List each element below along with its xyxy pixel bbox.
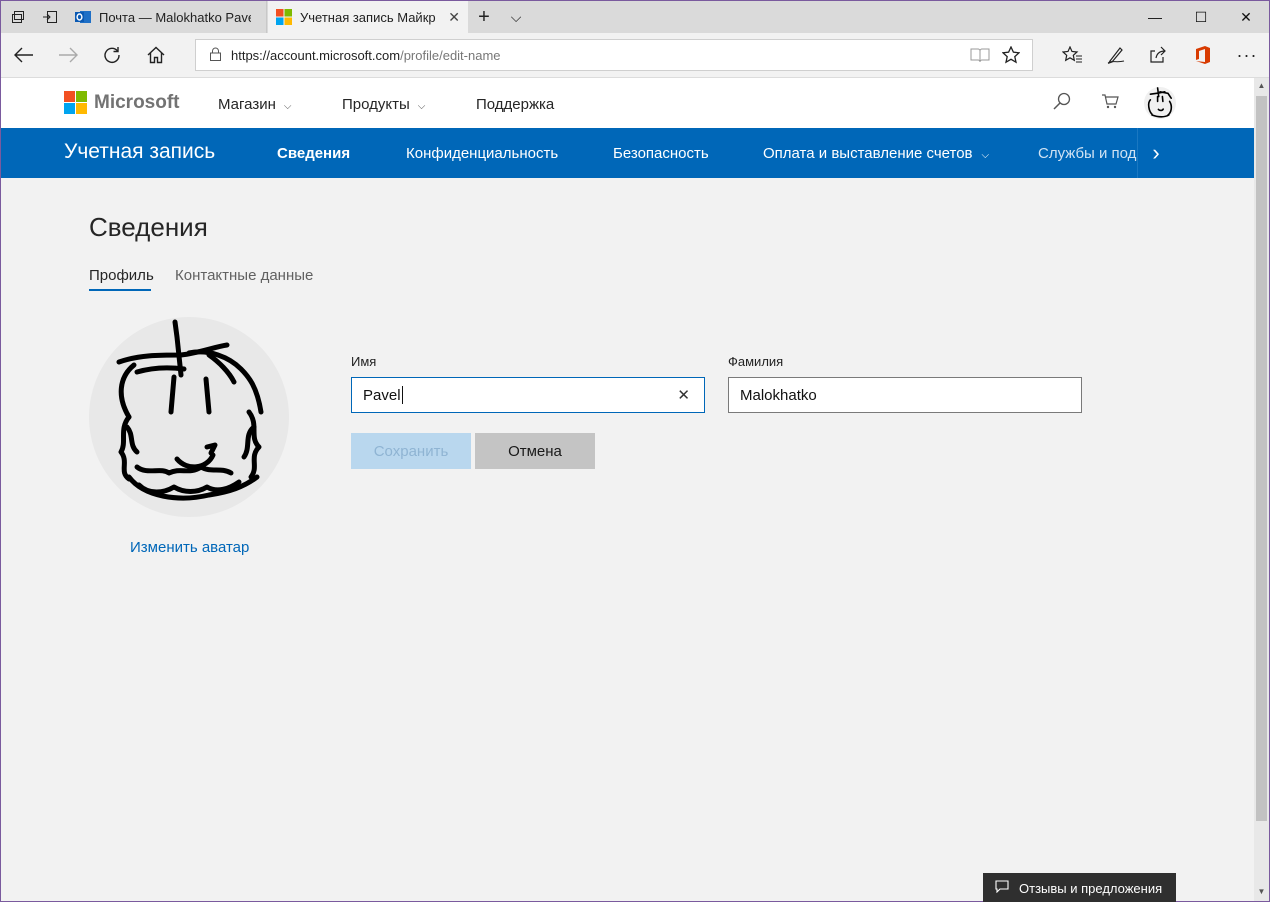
clear-icon[interactable]: ✕ [677, 386, 690, 404]
text-caret [401, 386, 403, 404]
scroll-up-icon[interactable]: ▲ [1256, 81, 1267, 90]
address-bar[interactable]: https://account.microsoft.com/profile/ed… [195, 39, 1033, 71]
chevron-right-icon[interactable]: › [1137, 128, 1174, 178]
outlook-icon [75, 9, 91, 25]
account-nav-item-security[interactable]: Безопасность [613, 145, 709, 162]
microsoft-logo-icon[interactable] [64, 91, 87, 114]
more-menu-icon[interactable]: ··· [1229, 39, 1265, 71]
minimize-icon[interactable]: — [1132, 1, 1178, 33]
first-name-label: Имя [351, 354, 377, 369]
nav-products[interactable]: Продукты ⌵ [342, 96, 425, 113]
back-icon[interactable] [6, 39, 42, 71]
address-toolbar: https://account.microsoft.com/profile/ed… [1, 33, 1269, 78]
first-name-value: Pavel [363, 386, 401, 404]
tab-label: Почта — Malokhatko Pavel [99, 9, 251, 25]
cancel-button[interactable]: Отмена [475, 433, 595, 469]
lock-icon [210, 47, 221, 64]
refresh-icon[interactable] [94, 39, 130, 71]
last-name-label: Фамилия [728, 354, 784, 369]
site-header: Microsoft Магазин ⌵ Продукты ⌵ Поддержка [1, 78, 1254, 128]
scroll-thumb[interactable] [1256, 96, 1267, 821]
feedback-label: Отзывы и предложения [1019, 880, 1163, 896]
maximize-icon[interactable]: ☐ [1178, 1, 1224, 33]
last-name-value: Malokhatko [740, 386, 817, 404]
feedback-button[interactable]: Отзывы и предложения [983, 873, 1176, 902]
pen-notes-icon[interactable] [1098, 39, 1134, 71]
account-nav-item-billing[interactable]: Оплата и выставление счетов ⌵ [763, 145, 989, 162]
tab-label: Учетная запись Майкр [300, 9, 436, 25]
scroll-down-icon[interactable]: ▼ [1256, 887, 1267, 896]
favorite-star-icon[interactable] [1001, 45, 1021, 67]
reading-view-icon[interactable] [970, 47, 990, 66]
url-host: https://account.microsoft.com [231, 47, 401, 63]
account-nav: Учетная запись Сведения Конфиденциальнос… [1, 128, 1254, 178]
active-tab-underline [89, 289, 151, 291]
favorites-hub-icon[interactable] [1054, 39, 1090, 71]
home-icon[interactable] [138, 39, 174, 71]
page-title: Сведения [89, 212, 208, 242]
tab-bar: Почта — Malokhatko Pavel Учетная запись … [1, 1, 1269, 33]
account-nav-item-info[interactable]: Сведения [277, 145, 350, 162]
chat-bubble-icon [995, 880, 1009, 896]
nav-support[interactable]: Поддержка [476, 96, 554, 113]
tab-contact-info[interactable]: Контактные данные [175, 267, 313, 284]
browser-window: Почта — Malokhatko Pavel Учетная запись … [0, 0, 1270, 902]
change-avatar-link[interactable]: Изменить аватар [130, 539, 249, 556]
brand-name[interactable]: Microsoft [94, 92, 180, 114]
account-avatar[interactable] [1144, 87, 1176, 119]
search-icon[interactable] [1053, 92, 1071, 115]
account-nav-item-privacy[interactable]: Конфиденциальность [406, 145, 558, 162]
account-nav-title[interactable]: Учетная запись [64, 140, 215, 164]
share-icon[interactable] [1141, 39, 1177, 71]
chevron-down-icon: ⌵ [417, 101, 426, 112]
set-aside-tabs-icon[interactable] [34, 1, 66, 33]
url-path: /profile/edit-name [400, 47, 501, 63]
profile-avatar [89, 317, 289, 517]
microsoft-favicon-icon [276, 9, 292, 25]
last-name-field[interactable]: Malokhatko [728, 377, 1082, 413]
chevron-down-icon: ⌵ [981, 150, 990, 161]
new-tab-icon[interactable]: + [468, 1, 500, 33]
nav-store-label: Магазин [218, 96, 276, 113]
close-tab-icon[interactable]: ✕ [448, 9, 460, 26]
tab-preview-chevron-icon[interactable]: ⌵ [500, 1, 532, 33]
tab-account[interactable]: Учетная запись Майкр ✕ [268, 1, 468, 33]
office-icon[interactable] [1185, 39, 1221, 71]
first-name-field[interactable]: Pavel ✕ [351, 377, 705, 413]
save-button[interactable]: Сохранить [351, 433, 471, 469]
chevron-down-icon: ⌵ [283, 101, 292, 112]
account-nav-item-services[interactable]: Службы и под [1038, 145, 1136, 162]
cart-icon[interactable] [1101, 92, 1119, 115]
tab-actions-icon[interactable] [1, 1, 33, 33]
billing-label: Оплата и выставление счетов [763, 145, 973, 162]
nav-products-label: Продукты [342, 96, 410, 113]
forward-icon[interactable] [50, 39, 86, 71]
close-window-icon[interactable]: ✕ [1223, 1, 1269, 33]
tab-profile[interactable]: Профиль [89, 267, 154, 284]
tab-mail[interactable]: Почта — Malokhatko Pavel [67, 1, 267, 33]
nav-store[interactable]: Магазин ⌵ [218, 96, 291, 113]
